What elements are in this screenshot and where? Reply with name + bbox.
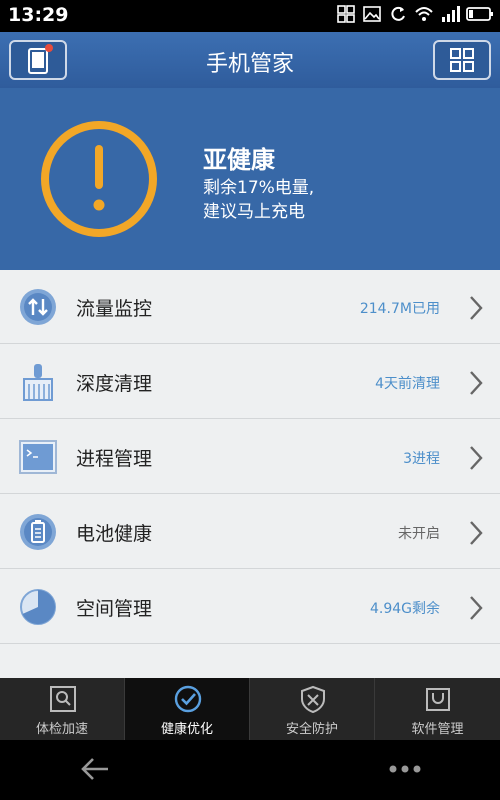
chevron-right-icon [470, 596, 483, 620]
tab-label: 软件管理 [411, 722, 464, 737]
list-item-value: 4.94G剩余 [369, 601, 440, 617]
tab-label: 安全防护 [285, 722, 338, 737]
list-item-label: 深度清理 [76, 373, 153, 395]
scan-icon [50, 686, 76, 712]
tab-label: 体检加速 [35, 722, 88, 737]
list-item-process[interactable]: 进程管理 3进程 [0, 420, 500, 494]
tab-health-optimize[interactable]: 健康优化 [125, 678, 250, 740]
health-description: 剩余17%电量, 建议马上充电 [203, 176, 314, 224]
list-item-battery[interactable]: 电池健康 未开启 [0, 495, 500, 569]
tab-checkup[interactable]: 体检加速 [0, 678, 125, 740]
check-circle-icon [174, 685, 202, 713]
health-status-title: 亚健康 [203, 146, 275, 174]
data-transfer-icon [20, 289, 56, 325]
status-bar: 13:29 [0, 0, 500, 32]
chevron-right-icon [470, 296, 483, 320]
image-icon [363, 6, 381, 22]
health-desc-line2: 建议马上充电 [203, 202, 305, 222]
apps-grid-icon [337, 5, 355, 23]
feature-list: 流量监控 214.7M已用 深度清理 4天前清理 进程管理 3进程 电池健康 未… [0, 270, 500, 678]
list-item-label: 流量监控 [76, 298, 153, 320]
list-item-value: 4天前清理 [375, 376, 440, 392]
status-icons [336, 4, 494, 24]
chevron-right-icon [470, 521, 483, 545]
tab-label: 健康优化 [160, 722, 213, 737]
chevron-right-icon [470, 446, 483, 470]
list-item-label: 进程管理 [76, 448, 153, 470]
shield-icon [301, 685, 325, 714]
tab-security[interactable]: 安全防护 [250, 678, 375, 740]
page-title: 手机管家 [205, 52, 294, 77]
bag-icon [426, 688, 450, 711]
battery-status-icon [466, 7, 493, 21]
pie-chart-icon [20, 589, 56, 625]
list-item-value: 3进程 [403, 451, 440, 467]
list-item-label: 空间管理 [76, 598, 153, 620]
list-item-value: 214.7M已用 [359, 301, 440, 317]
system-nav-bar [0, 740, 500, 800]
tab-software[interactable]: 软件管理 [375, 678, 500, 740]
broom-icon [23, 364, 53, 401]
list-item-label: 电池健康 [76, 523, 153, 545]
more-dots-icon[interactable] [388, 764, 422, 774]
grid-menu-button[interactable] [433, 40, 491, 80]
chevron-right-icon [470, 371, 483, 395]
warning-icon [41, 121, 157, 237]
list-item-deep-clean[interactable]: 深度清理 4天前清理 [0, 345, 500, 419]
sync-icon [391, 6, 405, 21]
back-arrow-icon[interactable] [80, 756, 110, 782]
list-item-storage[interactable]: 空间管理 4.94G剩余 [0, 570, 500, 644]
health-desc-line1: 剩余17%电量, [203, 178, 315, 198]
status-time: 13:29 [8, 4, 69, 26]
battery-icon [20, 514, 56, 550]
tab-bar: 体检加速 健康优化 安全防护 软件管理 [0, 678, 500, 740]
signal-icon [442, 6, 460, 22]
list-item-traffic[interactable]: 流量监控 214.7M已用 [0, 270, 500, 344]
title-bar: 手机管家 [0, 32, 500, 88]
grid-icon [450, 48, 474, 72]
health-status-panel: 亚健康 剩余17%电量, 建议马上充电 [0, 88, 500, 270]
list-item-value: 未开启 [398, 526, 440, 542]
wifi-icon [415, 7, 433, 21]
terminal-icon [19, 440, 57, 474]
